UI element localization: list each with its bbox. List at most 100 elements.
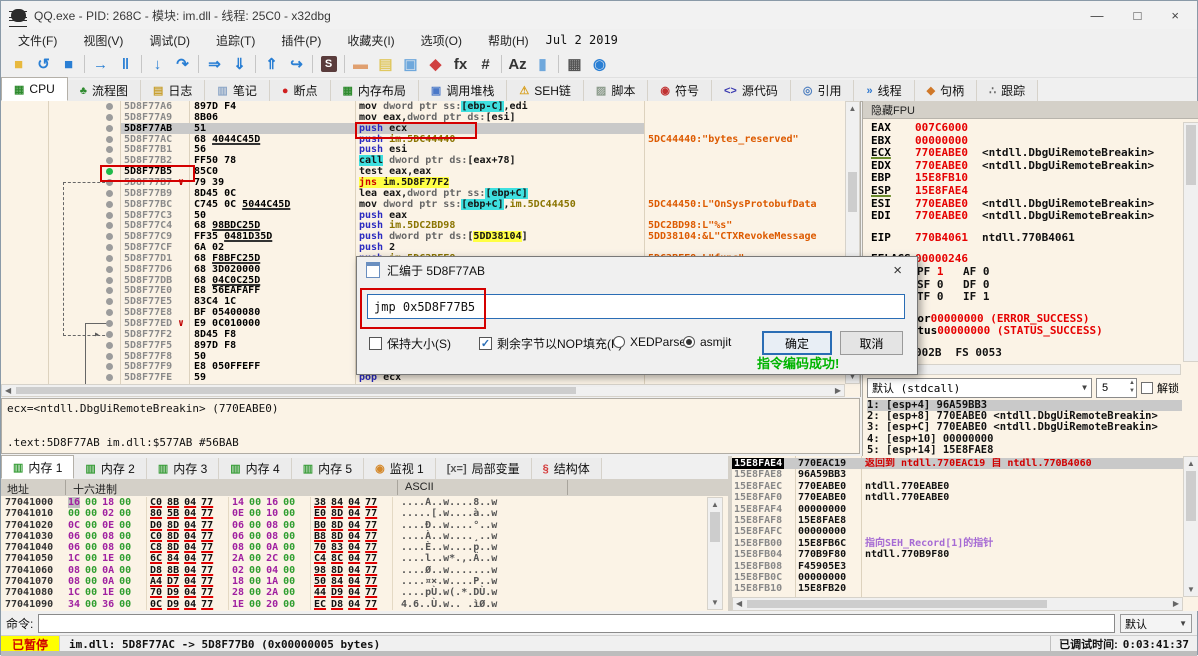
stack-vertical-scrollbar[interactable]: ▲ ▼	[1183, 456, 1198, 597]
memory-row[interactable]: 77041040 06 00 08 00 C8 8D 04 77 08 00 0A 00 70 83 04 77…	[1, 542, 728, 554]
step-into-icon[interactable]: ↓	[145, 53, 170, 75]
breakpoint-dot[interactable]	[106, 320, 113, 327]
memory-row[interactable]: 77041030 06 00 08 00 C0 8D 04 77 06 00 08 00 B8 8D 04 77…	[1, 530, 728, 543]
close-button[interactable]: ×	[1171, 8, 1179, 23]
tab-dump-1[interactable]: ▥ 内存 1	[1, 455, 75, 479]
stop-icon[interactable]: ■	[56, 53, 81, 75]
column-header-hex[interactable]: 十六进制	[73, 481, 117, 497]
execute-till-return-icon[interactable]: ⇑	[259, 53, 284, 75]
scroll-thumb[interactable]	[848, 172, 857, 212]
disasm-row[interactable]: 5D8F77C4 68 98BDC25D push im.5DC2BD98 5DC2B…	[1, 220, 845, 231]
stack-row[interactable]: 15E8FAE4 770EAC19 返回到 ntdll.770EAC19 自 ntd…	[732, 458, 1183, 470]
breakpoint-dot[interactable]	[106, 341, 113, 349]
stack-row[interactable]: 15E8FB08 F45905E3	[732, 561, 1183, 572]
memory-row[interactable]: 77041000 16 00 18 00 C0 8B 04 77 14 00 16 00 38 84 04 77…	[1, 497, 728, 509]
nop-fill-option[interactable]: ✓ 剩余字节以NOP填充(F)	[479, 335, 622, 352]
tab-references[interactable]: ◎ 引用	[790, 80, 855, 101]
breakpoint-dot[interactable]	[106, 287, 113, 295]
command-input[interactable]	[38, 614, 1115, 633]
breakpoint-dot[interactable]	[106, 363, 113, 371]
hash-icon[interactable]: #	[473, 53, 498, 75]
scroll-thumb[interactable]	[1186, 471, 1196, 521]
breakpoint-dot[interactable]	[106, 146, 113, 154]
scroll-thumb[interactable]	[1186, 125, 1196, 185]
tab-trace[interactable]: ∴ 跟踪	[977, 80, 1039, 101]
menu-item[interactable]: 文件(F)	[5, 29, 70, 52]
step-over-icon[interactable]: ↷	[170, 53, 195, 75]
xedparse-radio[interactable]	[613, 336, 625, 348]
patch-bytes-icon[interactable]: ▬	[348, 53, 373, 75]
scroll-thumb[interactable]	[747, 600, 1047, 608]
memory-row[interactable]: 77041060 08 00 0A 00 D8 8B 04 77 02 00 04 00 98 8D 04 77…	[1, 564, 728, 577]
tab-notes[interactable]: ▥ 笔记	[205, 80, 270, 101]
breakpoint-dot[interactable]	[106, 103, 113, 110]
stack-row[interactable]: 15E8FAE8 96A59BB3	[732, 469, 1183, 480]
xedparse-option[interactable]: XEDParse	[613, 335, 686, 349]
stack-row[interactable]: 15E8FAEC 770EABE0 ntdll.770EABE0	[732, 481, 1183, 492]
minimize-button[interactable]: —	[1091, 8, 1104, 23]
tab-source[interactable]: <> 源代码	[711, 80, 791, 101]
scroll-left-arrow-icon[interactable]: ◀	[5, 386, 11, 395]
pause-icon[interactable]: ‖	[113, 53, 138, 75]
scroll-up-arrow-icon[interactable]: ▲	[708, 498, 722, 511]
tab-dump-5[interactable]: ▥ 内存 5	[291, 458, 365, 479]
disasm-row[interactable]: 5D8F77C3 50 push eax	[1, 210, 845, 221]
stack-horizontal-scrollbar[interactable]: ◀ ▶	[732, 597, 1183, 611]
menu-item[interactable]: 视图(V)	[70, 29, 136, 52]
menu-item[interactable]: 选项(O)	[408, 29, 475, 52]
calculator-icon[interactable]: ▦	[562, 53, 587, 75]
scroll-thumb[interactable]	[16, 387, 576, 394]
memory-row[interactable]: 77041020 0C 00 0E 00 D0 8D 04 77 06 00 08 00 B0 8D 04 77…	[1, 519, 728, 531]
cancel-button[interactable]: 取消	[840, 331, 903, 355]
scroll-right-arrow-icon[interactable]: ▶	[1173, 599, 1179, 608]
argument-count-stepper[interactable]: 5 ▲ ▼	[1096, 377, 1137, 398]
memory-row[interactable]: 77041090 34 00 36 00 0C D9 04 77 1E 00 20 00 EC D8 04 77…	[1, 598, 728, 610]
disasm-row[interactable]: 5D8F77A6 897D F4 mov dword ptr ss:[ebp-C],…	[1, 101, 845, 112]
disasm-row[interactable]: 5D8F77CF 6A 02 push 2	[1, 242, 845, 253]
disasm-row[interactable]: 5D8F77BC C745 0C 5044C45D mov dword ptr ss…	[1, 198, 845, 210]
tab-script[interactable]: ▨ 脚本	[583, 80, 649, 101]
run-until-icon[interactable]: ⇒	[202, 53, 227, 75]
breakpoint-dot[interactable]	[106, 265, 113, 273]
memory-row[interactable]: 77041050 1C 00 1E 00 6C 84 04 77 2A 00 2C 00 C4 8C 04 77…	[1, 553, 728, 565]
nop-fill-checkbox[interactable]: ✓	[479, 337, 492, 350]
tab-locals[interactable]: [x=] 局部变量	[435, 458, 532, 479]
patches-icon[interactable]: S	[316, 53, 341, 75]
globe-icon[interactable]: ◉	[587, 53, 612, 75]
breakpoint-dot[interactable]	[106, 374, 113, 382]
restart-icon[interactable]: ↺	[31, 53, 56, 75]
memory-row[interactable]: 77041080 1C 00 1E 00 70 D9 04 77 28 00 2A 00 44 D9 04 77…	[1, 587, 728, 599]
stack-row[interactable]: 15E8FAFC 00000000	[732, 526, 1183, 537]
tab-dump-2[interactable]: ▥ 内存 2	[74, 458, 147, 479]
memory-row[interactable]: 77041010 00 00 02 00 80 5B 04 77 0E 00 10 00 E0 8D 04 77…	[1, 508, 728, 520]
step-out-icon[interactable]: ⇓	[227, 53, 252, 75]
menu-item[interactable]: 插件(P)	[268, 29, 334, 52]
scroll-down-arrow-icon[interactable]: ▼	[708, 596, 722, 609]
memory-vertical-scrollbar[interactable]: ▲ ▼	[707, 497, 723, 610]
breakpoint-dot[interactable]	[106, 211, 113, 219]
open-file-icon[interactable]: ■	[6, 53, 31, 75]
disasm-horizontal-scrollbar[interactable]: ◀ ▶	[1, 384, 845, 397]
unlock-checkbox[interactable]	[1141, 381, 1153, 394]
tab-handles[interactable]: ◆ 句柄	[914, 80, 978, 101]
scroll-thumb[interactable]	[710, 512, 720, 542]
label-icon[interactable]: ▣	[398, 53, 423, 75]
register-row[interactable]: EDI 770EABE0 <ntdll.DbgUiRemoteBreakin>	[871, 209, 1182, 223]
stack-row[interactable]: 15E8FAF0 770EABE0 ntdll.770EABE0	[732, 492, 1183, 503]
menu-item[interactable]: 帮助(H)	[475, 29, 542, 52]
breakpoint-dot[interactable]	[106, 298, 113, 306]
memory-row[interactable]: 77041070 08 00 0A 00 A4 D7 04 77 18 00 1A 00 50 84 04 77…	[1, 576, 728, 588]
breakpoint-dot[interactable]	[106, 200, 113, 208]
scroll-down-arrow-icon[interactable]: ▼	[1184, 583, 1198, 596]
scroll-right-arrow-icon[interactable]: ▶	[835, 386, 841, 395]
run-icon[interactable]: →	[88, 53, 113, 75]
disasm-row[interactable]: 5D8F77C9 FF35 0481D35D push dword ptr ds:[…	[1, 231, 845, 243]
stack-row[interactable]: 15E8FB04 770B9F80 ntdll.770B9F80	[732, 549, 1183, 560]
menu-item[interactable]: 追踪(T)	[203, 29, 268, 52]
tab-symbols[interactable]: ◉ 符号	[648, 80, 712, 101]
tab-seh[interactable]: ⚠ SEH链	[507, 80, 584, 101]
stack-row[interactable]: 15E8FAF4 00000000	[732, 504, 1183, 515]
tab-graph[interactable]: ♣ 流程图	[67, 80, 141, 101]
remote-icon[interactable]: ▮	[530, 53, 555, 75]
stack-arg-row[interactable]: 5: [esp+14] 15E8FAE8	[867, 444, 1182, 456]
